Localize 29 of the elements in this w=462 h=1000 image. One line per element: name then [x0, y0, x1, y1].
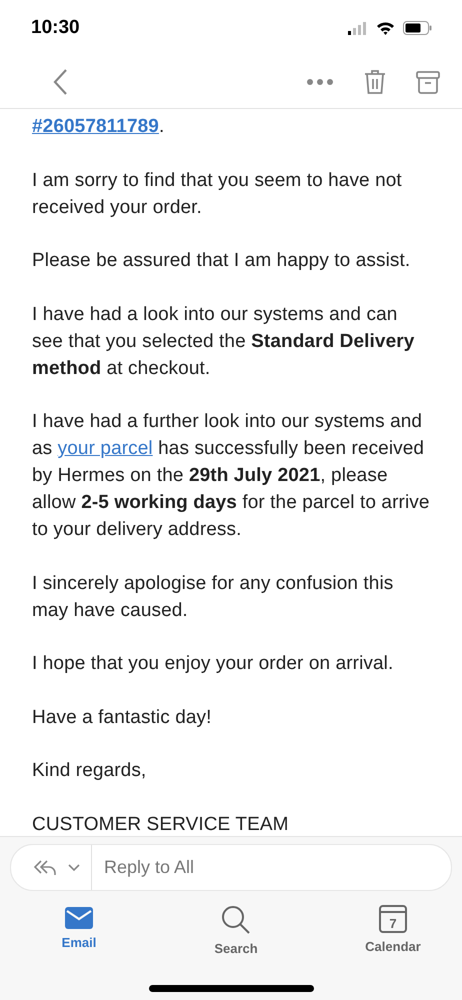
body-paragraph: I am sorry to find that you seem to have not received your order.: [32, 168, 403, 220]
signal-icon: [348, 22, 368, 34]
email-link[interactable]: your parcel: [58, 438, 153, 459]
body-paragraph: I hope that you enjoy your order on arrival.: [32, 652, 394, 676]
wifi-icon: [376, 21, 395, 35]
reply-all-icon: [33, 858, 81, 876]
reply-input[interactable]: Reply to All: [92, 856, 451, 879]
tab-item[interactable]: Email: [44, 905, 114, 956]
email-link[interactable]: #26057811789: [32, 116, 159, 137]
mail-icon: [65, 905, 93, 929]
body-paragraph: I have had a look into our systems and can see that you selected the Standard Delivery method at checkout.: [32, 302, 416, 380]
body-paragraph: Kind regards,: [32, 759, 148, 783]
battery-icon: [403, 21, 432, 35]
tab-item[interactable]: Search: [201, 905, 271, 956]
status-time: 10:30: [31, 17, 80, 39]
calendar-icon: 7: [379, 905, 407, 933]
body-paragraph: I sincerely apologise for any confusion this may have caused.: [32, 572, 394, 622]
tab-item[interactable]: 7 Calendar: [358, 905, 428, 956]
back-button[interactable]: [52, 68, 68, 96]
body-paragraph: Please be assured that I am happy to assist.: [32, 249, 412, 273]
body-paragraph: #26057811789.: [32, 115, 166, 139]
body-paragraph: I have had a further look into our systems and as your parcel has successfully been received by Hermes on the 29th July 2021, please allow 2-5 working days for the parcel to arrive to your delivery address.: [32, 410, 431, 542]
delete-button[interactable]: [364, 69, 386, 95]
reply-field[interactable]: Reply to All: [10, 844, 452, 891]
search-icon: [221, 905, 251, 935]
body-paragraph: Have a fantastic day!: [32, 706, 213, 730]
archive-button[interactable]: [416, 70, 440, 94]
body-paragraph: CUSTOMER SERVICE TEAM: [32, 812, 290, 836]
more-button[interactable]: [306, 78, 334, 86]
